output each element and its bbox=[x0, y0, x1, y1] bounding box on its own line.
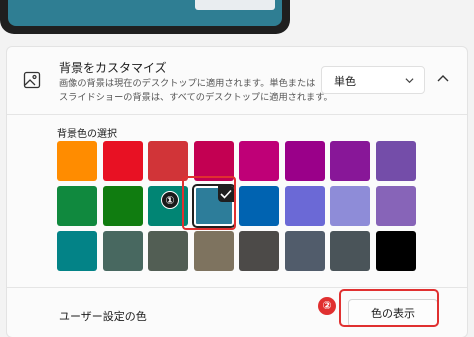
color-swatch[interactable] bbox=[102, 141, 143, 181]
color-swatch[interactable] bbox=[102, 231, 143, 271]
show-colors-highlight bbox=[339, 289, 439, 327]
chevron-down-icon bbox=[405, 78, 414, 84]
custom-color-label: ユーザー設定の色 bbox=[59, 310, 147, 323]
color-swatch[interactable] bbox=[102, 186, 143, 226]
color-swatch[interactable] bbox=[239, 186, 279, 226]
color-swatch[interactable] bbox=[239, 231, 279, 271]
background-header-row[interactable]: 背景をカスタマイズ 画像の背景は現在のデスクトップに適用されます。単色または ス… bbox=[7, 47, 467, 115]
background-type-select[interactable]: 単色 bbox=[321, 66, 425, 94]
background-description-line2: スライドショーの背景は、すべてのデスクトップに適用されます。 bbox=[59, 92, 333, 103]
color-swatch[interactable] bbox=[193, 141, 234, 181]
color-swatch[interactable] bbox=[193, 231, 234, 271]
desktop-preview bbox=[0, 0, 290, 34]
color-swatch[interactable] bbox=[330, 231, 370, 271]
background-description: 画像の背景は現在のデスクトップに適用されます。単色または スライドショーの背景は… bbox=[59, 77, 333, 105]
background-description-line1: 画像の背景は現在のデスクトップに適用されます。単色または bbox=[59, 78, 316, 89]
color-swatch[interactable] bbox=[148, 231, 188, 271]
color-swatch[interactable] bbox=[375, 141, 416, 181]
color-swatch[interactable] bbox=[375, 231, 416, 271]
step-2-badge: ② bbox=[318, 297, 336, 315]
desktop-preview-window bbox=[195, 0, 275, 10]
selected-color-highlight bbox=[182, 176, 236, 230]
color-swatch[interactable] bbox=[330, 186, 370, 226]
image-icon bbox=[23, 71, 41, 89]
color-swatch[interactable] bbox=[284, 231, 325, 271]
color-picker-label: 背景色の選択 bbox=[57, 129, 117, 140]
step-1-badge: ① bbox=[161, 191, 179, 209]
chevron-up-icon[interactable] bbox=[433, 69, 453, 89]
background-type-value: 単色 bbox=[334, 75, 356, 88]
color-swatch[interactable] bbox=[375, 186, 416, 226]
background-title: 背景をカスタマイズ bbox=[59, 61, 167, 75]
color-swatch[interactable] bbox=[284, 186, 325, 226]
color-swatch[interactable] bbox=[239, 141, 279, 181]
color-swatch[interactable] bbox=[57, 231, 97, 271]
background-color-section: 背景色の選択 bbox=[7, 115, 467, 287]
color-swatch[interactable] bbox=[57, 186, 97, 226]
color-swatch[interactable] bbox=[57, 141, 97, 181]
color-swatch[interactable] bbox=[330, 141, 370, 181]
color-swatch[interactable] bbox=[148, 141, 188, 181]
color-swatch[interactable] bbox=[284, 141, 325, 181]
